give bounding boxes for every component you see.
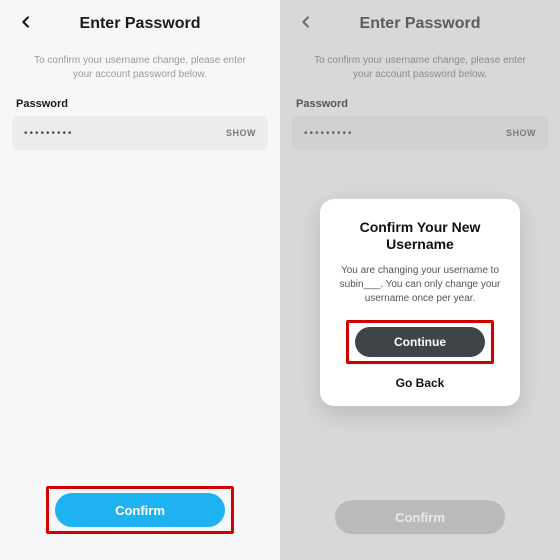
password-label: Password [0,98,280,116]
password-label: Password [280,98,560,116]
chevron-left-icon [18,14,34,35]
show-password-button[interactable]: SHOW [226,128,256,138]
password-masked-value: ••••••••• [24,128,226,139]
instruction-text: To confirm your username change, please … [280,48,560,98]
modal-body: You are changing your username to subin_… [336,264,504,306]
spacer [0,150,280,486]
modal-title: Confirm Your New Username [336,219,504,254]
back-button[interactable] [292,10,320,38]
password-masked-value: ••••••••• [304,128,506,139]
page-title: Enter Password [80,15,201,33]
chevron-left-icon [298,14,314,35]
back-button[interactable] [12,10,40,38]
password-field[interactable]: ••••••••• SHOW [292,116,548,150]
highlight-annotation: Confirm [46,486,234,534]
confirm-button[interactable]: Confirm [55,493,225,527]
go-back-button[interactable]: Go Back [336,376,504,390]
confirm-wrap: Confirm [280,500,560,560]
header: Enter Password [280,0,560,48]
screen-enter-password: Enter Password To confirm your username … [0,0,280,560]
highlight-annotation: Continue [346,320,494,364]
screen-enter-password-with-modal: Enter Password To confirm your username … [280,0,560,560]
page-title: Enter Password [360,15,481,33]
confirm-wrap: Confirm [0,486,280,560]
confirm-username-modal: Confirm Your New Username You are changi… [320,199,520,406]
instruction-text: To confirm your username change, please … [0,48,280,98]
continue-button[interactable]: Continue [355,327,485,357]
confirm-button-disabled: Confirm [335,500,505,534]
header: Enter Password [0,0,280,48]
show-password-button[interactable]: SHOW [506,128,536,138]
password-field[interactable]: ••••••••• SHOW [12,116,268,150]
